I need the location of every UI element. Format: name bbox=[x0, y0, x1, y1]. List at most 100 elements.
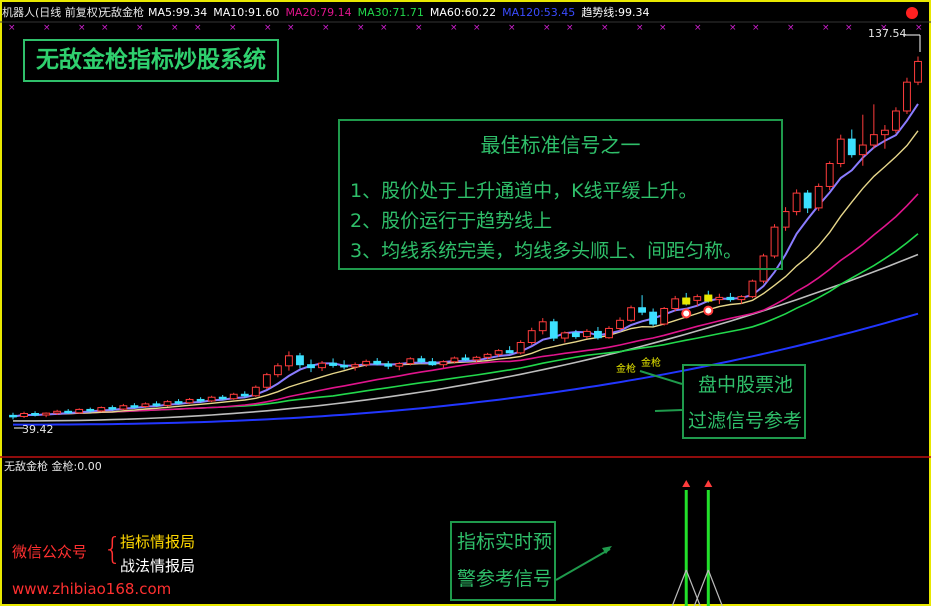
candle-body bbox=[362, 360, 371, 366]
top-marker: × bbox=[752, 23, 760, 33]
candle-body bbox=[185, 398, 194, 404]
top-marker: × bbox=[845, 23, 853, 33]
candle-body bbox=[825, 163, 834, 187]
candle-body bbox=[726, 296, 735, 301]
top-marker: × bbox=[543, 23, 551, 33]
website-link[interactable]: www.zhibiao168.com bbox=[12, 580, 171, 598]
indicator-name: 无敌金枪 bbox=[100, 6, 144, 19]
candle-body bbox=[803, 192, 812, 209]
candle-body bbox=[329, 362, 337, 366]
signal-marker bbox=[703, 305, 714, 316]
alert-connector bbox=[555, 548, 611, 581]
signal-label-1: 金枪 bbox=[616, 364, 636, 375]
candle-body bbox=[174, 401, 183, 404]
candle-body bbox=[571, 332, 580, 338]
candle-body bbox=[240, 393, 249, 397]
title-banner: 无敌金枪指标炒股系统 bbox=[23, 39, 279, 82]
candle-body bbox=[31, 413, 39, 416]
top-marker: × bbox=[915, 23, 923, 33]
top-marker: × bbox=[322, 23, 330, 33]
candle-body bbox=[847, 138, 856, 156]
candle-body bbox=[715, 296, 724, 301]
candle-body bbox=[814, 185, 823, 209]
candle-body bbox=[483, 353, 492, 358]
account-1: 指标情报局 bbox=[120, 533, 196, 551]
signal-label-2: 金枪 bbox=[641, 358, 661, 369]
signal-tent bbox=[671, 569, 687, 606]
signal-tent bbox=[685, 569, 701, 606]
candle-body bbox=[549, 321, 558, 339]
candle-body bbox=[450, 357, 459, 363]
signal-tent bbox=[707, 569, 723, 606]
lower-panel-name: 无敌金枪 bbox=[4, 460, 48, 473]
lower-panel-header: 无敌金枪 金枪:0.00 bbox=[4, 461, 102, 473]
signal-info-title: 最佳标准信号之一 bbox=[480, 133, 641, 157]
candle-body bbox=[9, 414, 17, 418]
top-marker: × bbox=[659, 23, 667, 33]
candle-body bbox=[516, 342, 525, 354]
candle-body bbox=[229, 393, 238, 400]
candle-body bbox=[638, 307, 647, 313]
candle-body bbox=[880, 129, 889, 136]
candle-body bbox=[858, 144, 867, 156]
candle-body bbox=[649, 311, 658, 325]
candle-body bbox=[340, 364, 349, 368]
ma-legend: MA5:99.34 MA10:91.60 MA20:79.14 MA30:71.71 M… bbox=[148, 7, 656, 19]
candle-body bbox=[439, 361, 448, 366]
candle-body bbox=[207, 396, 216, 402]
signal-flag bbox=[682, 297, 691, 305]
wechat-label: 微信公众号 bbox=[12, 543, 88, 561]
candle-body bbox=[318, 362, 326, 369]
ma-legend-item: MA120:53.45 bbox=[502, 6, 576, 19]
candle-body bbox=[273, 365, 282, 376]
top-marker: × bbox=[601, 23, 609, 33]
candle-body bbox=[693, 296, 702, 301]
top-marker: × bbox=[8, 23, 16, 33]
stock-chart-window: × × × × × × × × × × × × × × × × × × × × × × × × × × × × × × 机器人(日线 前复… bbox=[0, 0, 931, 606]
stock-pool-line-2: 过滤信号参考 bbox=[688, 410, 803, 432]
candle-body bbox=[75, 408, 84, 414]
lower-panel-value: 0.00 bbox=[77, 460, 102, 473]
candle-body bbox=[461, 357, 470, 361]
candle-body bbox=[616, 319, 624, 329]
candle-body bbox=[428, 361, 437, 366]
top-marker: × bbox=[473, 23, 481, 33]
signal-info-box: 最佳标准信号之一 1、股价处于上升通道中，K线平缓上升。 2、股价运行于趋势线上… bbox=[338, 119, 783, 270]
top-marker: × bbox=[694, 23, 702, 33]
chart-canvas: × × × × × × × × × × × × × × × × × × × × × × × × × × × × × × bbox=[0, 0, 931, 606]
candle-body bbox=[560, 332, 569, 339]
alert-info-box: 指标实时预 警参考信号 bbox=[450, 521, 556, 601]
top-marker: × bbox=[229, 23, 237, 33]
stock-title: 机器人(日线 前复权) bbox=[2, 6, 103, 19]
candle-body bbox=[130, 405, 139, 408]
top-marker: × bbox=[729, 23, 737, 33]
signal-arrow bbox=[704, 480, 713, 487]
candle-body bbox=[892, 110, 900, 131]
candle-body bbox=[627, 307, 635, 321]
top-marker: × bbox=[450, 23, 458, 33]
candle-body bbox=[53, 410, 62, 414]
top-marker: × bbox=[43, 23, 51, 33]
candle-body bbox=[64, 410, 73, 414]
candle-body bbox=[42, 412, 51, 416]
candle-body bbox=[163, 401, 172, 406]
candle-body bbox=[605, 327, 613, 339]
candle-body bbox=[737, 296, 746, 301]
outer-border bbox=[0, 0, 931, 606]
account-2: 战法情报局 bbox=[120, 557, 196, 575]
lower-panel-field: 金枪: bbox=[51, 460, 78, 473]
top-marker: × bbox=[171, 23, 179, 33]
alert-line-2: 警参考信号 bbox=[457, 568, 553, 590]
top-marker: × bbox=[787, 23, 795, 33]
candle-body bbox=[494, 350, 503, 355]
candle-body bbox=[108, 407, 117, 410]
candle-body bbox=[141, 403, 150, 407]
candle-body bbox=[406, 358, 415, 365]
candle-body bbox=[384, 363, 393, 367]
candle-body bbox=[97, 407, 106, 412]
candle-body bbox=[582, 330, 591, 338]
candle-body bbox=[869, 134, 878, 146]
price-high-label: 137.54 bbox=[868, 27, 907, 40]
close-icon[interactable] bbox=[906, 7, 918, 19]
signal-flag bbox=[704, 294, 713, 302]
